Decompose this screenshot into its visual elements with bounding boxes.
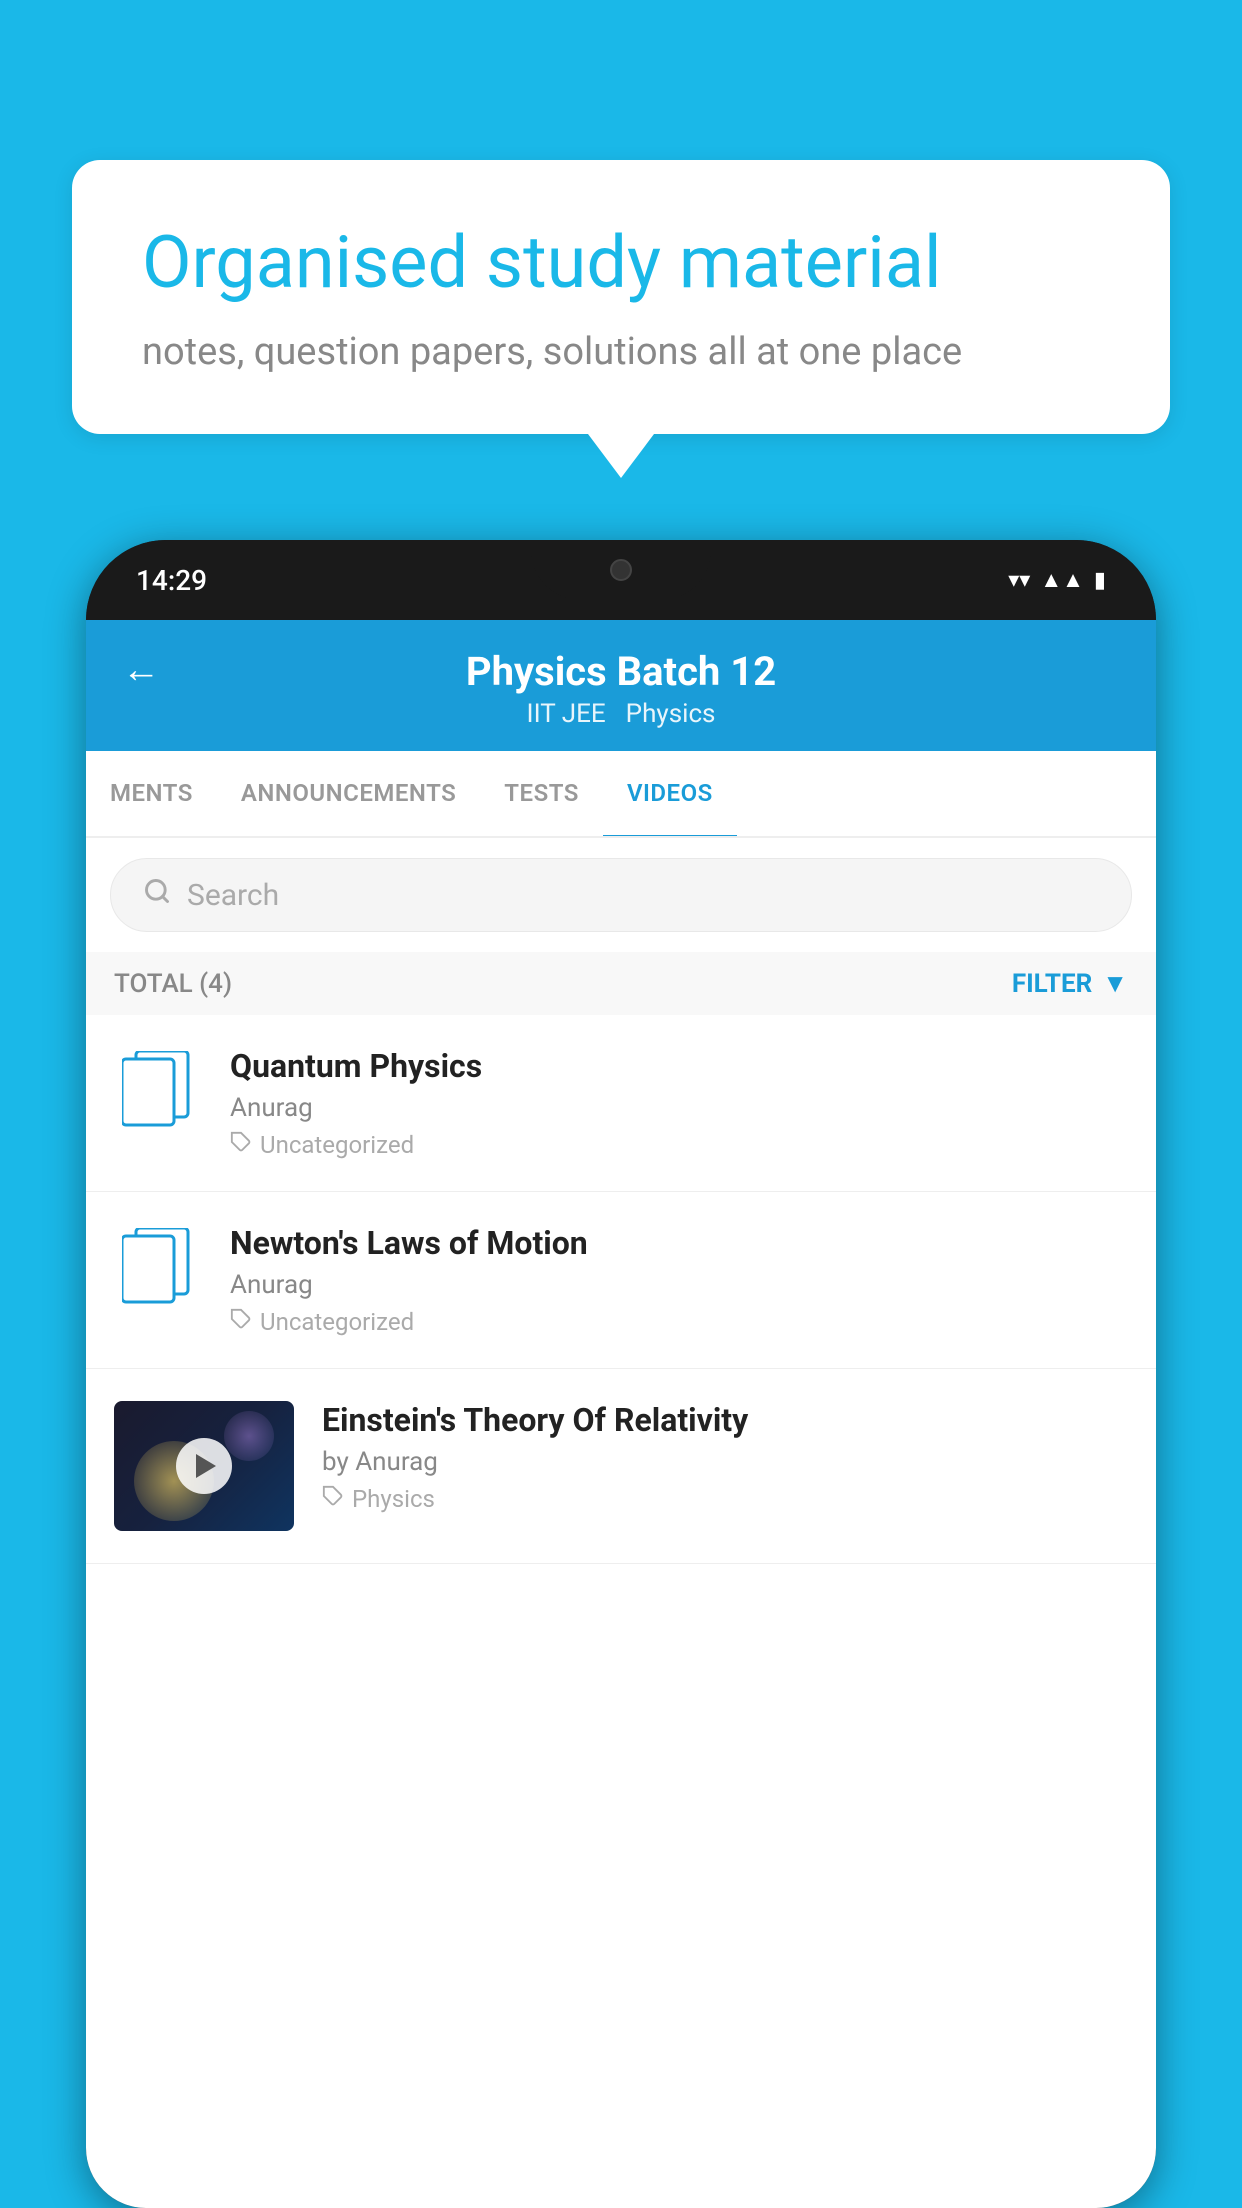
- search-bar[interactable]: Search: [110, 858, 1132, 932]
- tab-ments[interactable]: MENTS: [86, 751, 217, 836]
- filter-label: FILTER: [1012, 969, 1092, 999]
- video-author-newton: Anurag: [230, 1270, 1128, 1300]
- video-thumbnail-einstein: [114, 1401, 294, 1531]
- video-tag-quantum: Uncategorized: [230, 1131, 1128, 1159]
- tab-tests[interactable]: TESTS: [480, 751, 603, 836]
- filter-icon: ▼: [1102, 968, 1128, 999]
- thumb-glow-2: [224, 1411, 274, 1461]
- video-author-einstein: by Anurag: [322, 1447, 1128, 1477]
- video-author-quantum: Anurag: [230, 1093, 1128, 1123]
- tag-icon-newton: [230, 1308, 252, 1336]
- list-item[interactable]: Einstein's Theory Of Relativity by Anura…: [86, 1369, 1156, 1564]
- video-info-quantum: Quantum Physics Anurag Uncategorized: [230, 1047, 1128, 1159]
- header-subtitle-physics: Physics: [626, 699, 716, 729]
- tag-text-quantum: Uncategorized: [260, 1131, 414, 1159]
- tag-icon-quantum: [230, 1131, 252, 1159]
- filter-button[interactable]: FILTER ▼: [1012, 968, 1128, 999]
- total-count: TOTAL (4): [114, 969, 232, 999]
- doc-icon-quantum: [114, 1047, 202, 1135]
- video-title-einstein: Einstein's Theory Of Relativity: [322, 1401, 1128, 1439]
- tag-text-einstein: Physics: [352, 1485, 435, 1513]
- tab-videos[interactable]: VIDEOS: [603, 751, 737, 838]
- wifi-icon: ▾▾: [1008, 568, 1030, 593]
- app-header: ← Physics Batch 12 IIT JEE Physics: [86, 620, 1156, 751]
- filter-row: TOTAL (4) FILTER ▼: [86, 952, 1156, 1015]
- status-icons: ▾▾ ▲▲ ▮: [1008, 567, 1106, 593]
- status-bar: 14:29 ▾▾ ▲▲ ▮: [86, 540, 1156, 620]
- header-subtitle: IIT JEE Physics: [527, 699, 716, 729]
- speech-bubble: Organised study material notes, question…: [72, 160, 1170, 434]
- play-button-einstein[interactable]: [176, 1438, 232, 1494]
- tabs-bar: MENTS ANNOUNCEMENTS TESTS VIDEOS: [86, 751, 1156, 838]
- speech-bubble-container: Organised study material notes, question…: [72, 160, 1170, 434]
- back-button[interactable]: ←: [122, 648, 160, 692]
- signal-icon: ▲▲: [1040, 567, 1084, 593]
- phone-notch: [531, 540, 711, 600]
- video-info-einstein: Einstein's Theory Of Relativity by Anura…: [322, 1401, 1128, 1513]
- phone-frame: 14:29 ▾▾ ▲▲ ▮ ← Physics Batch 12 IIT JEE…: [86, 540, 1156, 2208]
- list-item[interactable]: Quantum Physics Anurag Uncategorized: [86, 1015, 1156, 1192]
- video-list: Quantum Physics Anurag Uncategorized: [86, 1015, 1156, 1564]
- video-tag-newton: Uncategorized: [230, 1308, 1128, 1336]
- speech-bubble-title: Organised study material: [142, 220, 1100, 306]
- video-info-newton: Newton's Laws of Motion Anurag Uncategor…: [230, 1224, 1128, 1336]
- list-item[interactable]: Newton's Laws of Motion Anurag Uncategor…: [86, 1192, 1156, 1369]
- header-subtitle-iit: IIT JEE: [527, 699, 606, 729]
- search-icon: [143, 877, 171, 913]
- status-time: 14:29: [136, 564, 207, 597]
- header-title: Physics Batch 12: [466, 648, 776, 695]
- speech-bubble-subtitle: notes, question papers, solutions all at…: [142, 330, 1100, 374]
- search-input-placeholder: Search: [187, 878, 279, 913]
- doc-icon-newton: [114, 1224, 202, 1312]
- tag-text-newton: Uncategorized: [260, 1308, 414, 1336]
- tag-icon-einstein: [322, 1485, 344, 1513]
- play-triangle-icon: [196, 1454, 216, 1478]
- tab-announcements[interactable]: ANNOUNCEMENTS: [217, 751, 480, 836]
- video-title-quantum: Quantum Physics: [230, 1047, 1128, 1085]
- app-screen: ← Physics Batch 12 IIT JEE Physics MENTS…: [86, 620, 1156, 2208]
- camera-dot: [610, 559, 632, 581]
- video-title-newton: Newton's Laws of Motion: [230, 1224, 1128, 1262]
- video-tag-einstein: Physics: [322, 1485, 1128, 1513]
- search-container: Search: [86, 838, 1156, 952]
- battery-icon: ▮: [1094, 568, 1106, 593]
